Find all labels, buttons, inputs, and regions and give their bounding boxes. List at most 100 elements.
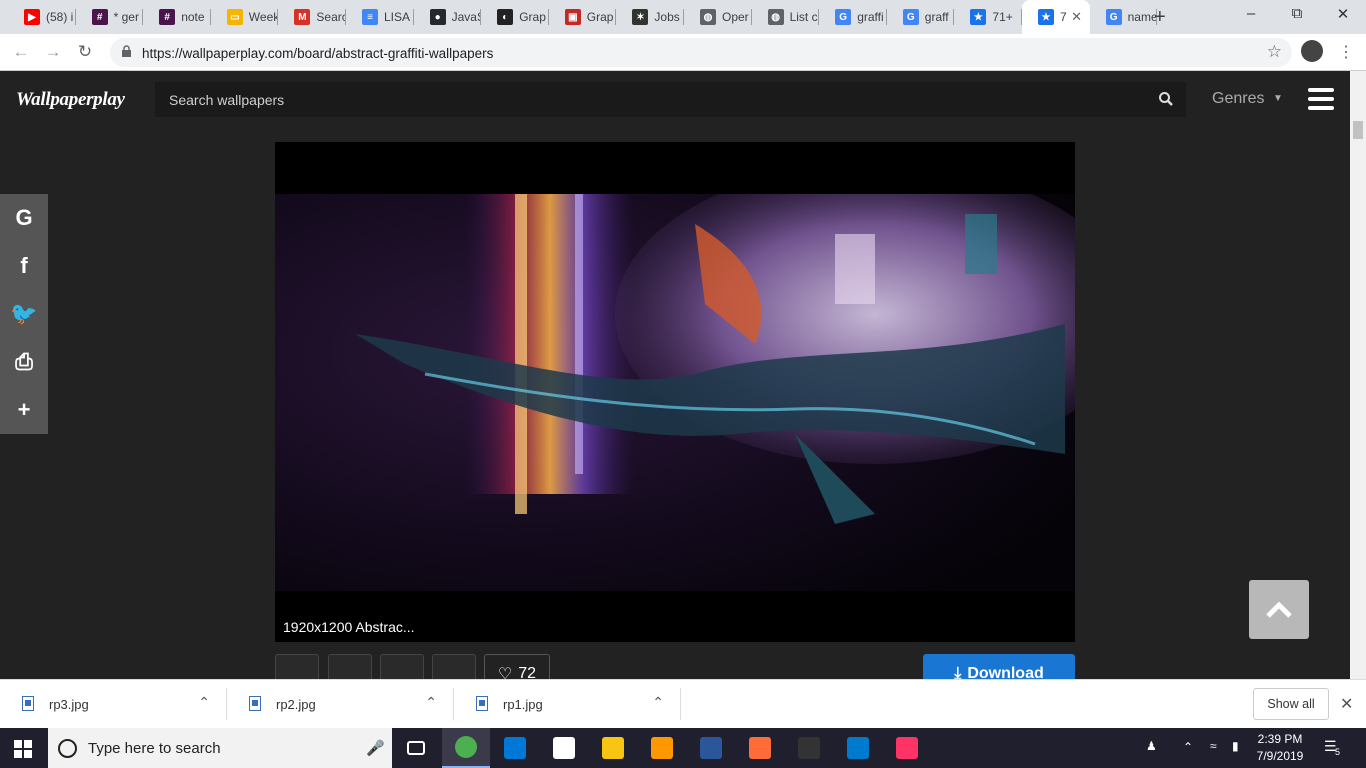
google-docs-icon: ≡ bbox=[362, 9, 378, 25]
tab-title: Oper bbox=[722, 10, 749, 24]
indesign-taskbar-button[interactable] bbox=[883, 728, 931, 768]
tab-title: Grap bbox=[519, 10, 546, 24]
browser-tab[interactable]: ✶ Jobs bbox=[616, 0, 684, 34]
youtube-icon: ▶ bbox=[24, 9, 40, 25]
chevron-up-icon[interactable]: ⌃ bbox=[198, 694, 210, 711]
tab-title: note bbox=[181, 10, 205, 24]
profile-avatar[interactable] bbox=[1301, 40, 1323, 62]
download-filename: rp3.jpg bbox=[49, 697, 89, 712]
google-slides-icon: ▭ bbox=[226, 9, 243, 25]
scroll-thumb[interactable] bbox=[1353, 121, 1363, 139]
mail-taskbar-button[interactable] bbox=[540, 728, 588, 768]
download-item[interactable]: rp3.jpg ⌃ bbox=[0, 688, 227, 720]
wallpaperplay-page: Wallpaperplay Genres ▼ bbox=[0, 71, 1350, 679]
clock[interactable]: 2:39 PM 7/9/2019 bbox=[1255, 731, 1305, 765]
postman-taskbar-button[interactable] bbox=[736, 728, 784, 768]
address-bar[interactable]: https://wallpaperplay.com/board/abstract… bbox=[110, 38, 1292, 67]
browser-tab[interactable]: M Searc bbox=[278, 0, 346, 34]
lock-icon bbox=[122, 45, 131, 57]
like-button[interactable]: ♡ 72 bbox=[484, 654, 550, 679]
store-icon bbox=[504, 737, 526, 759]
facebook-share-icon[interactable]: f bbox=[0, 242, 48, 290]
tab-title: Jobs bbox=[654, 10, 680, 24]
bookmark-star-icon[interactable]: ☆ bbox=[1267, 42, 1282, 62]
close-window-button[interactable]: ✕ bbox=[1328, 5, 1358, 23]
slack-icon: # bbox=[159, 9, 176, 25]
page-scrollbar[interactable] bbox=[1350, 71, 1366, 679]
close-tab-icon[interactable]: ✕ bbox=[1071, 9, 1082, 25]
chevron-up-icon[interactable]: ⌃ bbox=[425, 694, 437, 711]
url-text: https://wallpaperplay.com/board/abstract… bbox=[142, 46, 494, 61]
chrome-taskbar-button[interactable] bbox=[442, 728, 490, 768]
tab-title: LISA bbox=[384, 10, 411, 24]
browser-tab[interactable]: ▶ (58) i bbox=[8, 0, 76, 34]
twitter-share-icon[interactable]: 🐦 bbox=[0, 290, 48, 338]
browser-tab[interactable]: ★ 7 ✕ bbox=[1022, 0, 1090, 34]
facebook-button[interactable] bbox=[275, 654, 319, 679]
download-button[interactable]: ⤓ Download bbox=[923, 654, 1075, 679]
browser-tab[interactable]: Ggraff bbox=[887, 0, 955, 34]
forward-arrow-icon[interactable]: → bbox=[42, 42, 64, 62]
flag-button[interactable] bbox=[432, 654, 476, 679]
store-taskbar-button[interactable] bbox=[491, 728, 539, 768]
browser-tab[interactable]: ◐ Grap bbox=[481, 0, 549, 34]
sublime-taskbar-button[interactable] bbox=[638, 728, 686, 768]
chevron-up-tray-icon[interactable]: ⌃ bbox=[1183, 740, 1193, 754]
browser-tab[interactable]: # * ger bbox=[76, 0, 144, 34]
app-icon: ▣ bbox=[564, 9, 581, 25]
search-bar bbox=[155, 82, 1186, 117]
browser-tab[interactable]: Gname bbox=[1090, 0, 1158, 34]
search-icon[interactable] bbox=[1158, 91, 1174, 107]
print-icon[interactable]: ⎙ bbox=[0, 338, 48, 386]
notification-center-icon[interactable]: ☰ 5 bbox=[1324, 738, 1344, 758]
back-arrow-icon[interactable]: ← bbox=[10, 42, 32, 62]
windows-start-icon[interactable] bbox=[14, 740, 32, 758]
battery-icon[interactable]: ▮ bbox=[1232, 739, 1239, 753]
close-shelf-icon[interactable]: ✕ bbox=[1340, 694, 1353, 714]
notification-count: 5 bbox=[1335, 747, 1341, 757]
terminal-icon bbox=[798, 737, 820, 759]
chrome-menu-icon[interactable]: ⋮ bbox=[1338, 42, 1354, 62]
browser-tab[interactable]: # note bbox=[143, 0, 211, 34]
browser-tab[interactable]: ≡ LISA bbox=[346, 0, 414, 34]
chevron-up-icon[interactable]: ⌃ bbox=[652, 694, 664, 711]
terminal-taskbar-button[interactable] bbox=[785, 728, 833, 768]
wifi-icon[interactable]: ≈ bbox=[1210, 739, 1217, 753]
download-item[interactable]: rp1.jpg ⌃ bbox=[454, 688, 681, 720]
browser-tab[interactable]: Ggraffi bbox=[819, 0, 887, 34]
site-logo[interactable]: Wallpaperplay bbox=[16, 89, 125, 111]
new-tab-button[interactable]: + bbox=[1154, 6, 1166, 29]
google-share-icon[interactable]: G bbox=[0, 194, 48, 242]
more-share-icon[interactable]: + bbox=[0, 386, 48, 434]
browser-tab[interactable]: ▣ Grap bbox=[549, 0, 617, 34]
tab-title: graffi bbox=[857, 10, 884, 24]
hamburger-menu-icon[interactable] bbox=[1308, 88, 1334, 110]
search-input[interactable] bbox=[155, 82, 1145, 117]
download-item[interactable]: rp2.jpg ⌃ bbox=[227, 688, 454, 720]
show-all-button[interactable]: Show all bbox=[1253, 688, 1329, 720]
browser-tab[interactable]: ▭ Week bbox=[211, 0, 279, 34]
browser-tab[interactable]: ● JavaS bbox=[414, 0, 482, 34]
restore-button[interactable]: ⧉ bbox=[1282, 5, 1312, 22]
reload-icon[interactable]: ↻ bbox=[74, 42, 96, 62]
browser-tab[interactable]: ◍ Oper bbox=[684, 0, 752, 34]
minimize-button[interactable]: – bbox=[1236, 5, 1266, 22]
share-sidebar: Gf 🐦 ⎙ + bbox=[0, 194, 48, 434]
people-icon[interactable]: ♟ bbox=[1146, 739, 1157, 753]
file-explorer-taskbar-button[interactable] bbox=[589, 728, 637, 768]
twitter-button[interactable] bbox=[380, 654, 424, 679]
word-taskbar-button[interactable] bbox=[687, 728, 735, 768]
wallpaper-image[interactable] bbox=[275, 194, 1075, 591]
google-icon: G bbox=[1105, 9, 1122, 25]
microphone-icon[interactable]: 🎤 bbox=[366, 739, 385, 757]
vscode-taskbar-button[interactable] bbox=[834, 728, 882, 768]
scroll-to-top-button[interactable] bbox=[1249, 580, 1309, 639]
browser-tab[interactable]: ◍ List c bbox=[752, 0, 820, 34]
genres-dropdown[interactable]: Genres bbox=[1212, 90, 1264, 108]
tab-strip: ▶ (58) i # * ger # note ▭ Week M Searc ≡ LISA ● JavaS… bbox=[0, 0, 1366, 34]
task-view-taskbar-button[interactable] bbox=[392, 728, 440, 768]
pinterest-button[interactable] bbox=[328, 654, 372, 679]
browser-tab[interactable]: ★ 71+ bbox=[954, 0, 1022, 34]
taskbar-search[interactable]: Type here to search 🎤 bbox=[48, 728, 392, 768]
word-icon bbox=[700, 737, 722, 759]
